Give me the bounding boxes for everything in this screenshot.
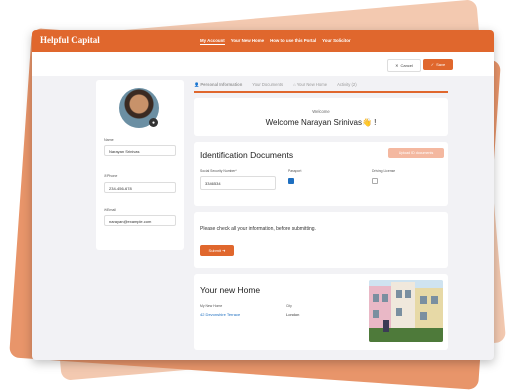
camera-icon[interactable]: ● [149,118,158,127]
welcome-card: Welcome Welcome Narayan Srinivas👋 ! [194,98,448,136]
submit-button[interactable]: Submit ➜ [200,245,234,256]
phone-label: ✆Phone [104,174,117,178]
cancel-label: Cancel [400,63,413,68]
ssn-label: Social Security Number* [200,169,237,173]
submit-card: Please check all your information, befor… [194,212,448,268]
app-window: Helpful Capital My Account Your New Home… [32,30,494,360]
profile-card: ● Name Narayan Srinivas ✆Phone 234-456-6… [96,80,184,250]
save-button[interactable]: ✓ Save [423,59,453,70]
arrow-icon: ➜ [222,248,226,253]
user-icon: 👤 [194,82,200,87]
identification-card: Identification Documents Upload ID docum… [194,142,448,206]
check-message: Please check all your information, befor… [200,226,316,232]
identification-title: Identification Documents [200,150,294,160]
tab-activity[interactable]: Activity (2) [337,82,357,88]
name-label: Name [104,138,114,142]
tab-personal-information-label: Personal Information [200,82,243,87]
phone-label-text: Phone [107,174,118,178]
new-home-title: Your new Home [200,285,261,295]
welcome-caption: Welcome [312,109,330,114]
submit-label: Submit [208,248,221,253]
nav-your-solicitor[interactable]: Your Solicitor [322,38,350,45]
license-checkbox[interactable] [372,178,378,184]
passport-label: Passport [288,169,302,173]
city-label: City [286,304,292,308]
cancel-button[interactable]: ✕ Cancel [387,59,421,72]
ssn-input[interactable]: 3346534 [200,176,276,190]
house-photo-illustration [369,280,443,342]
phone-field[interactable]: 234-456-678 [104,182,176,193]
nav-how-to-use[interactable]: How to use this Portal [270,38,316,45]
passport-checkbox[interactable] [288,178,294,184]
check-icon: ✓ [430,62,435,67]
tab-personal-information[interactable]: 👤 Personal Information [194,82,242,88]
save-label: Save [436,62,446,67]
tab-your-documents[interactable]: Your Documents [252,82,283,88]
email-label-text: Email [107,208,117,212]
address-label: My New Home [200,304,223,308]
close-icon: ✕ [395,63,399,68]
top-navbar: Helpful Capital My Account Your New Home… [32,30,494,52]
new-home-card: Your new Home My New Home 42 Devonshire … [194,274,448,350]
name-field[interactable]: Narayan Srinivas [104,145,176,156]
brand-logo[interactable]: Helpful Capital [40,35,100,45]
nav-my-account[interactable]: My Account [200,38,225,45]
nav-your-new-home[interactable]: Your New Home [231,38,264,45]
upload-id-button[interactable]: Upload ID documents [388,148,444,158]
main-nav: My Account Your New Home How to use this… [200,38,351,45]
home-icon: ⌂ [293,82,296,87]
tab-bar: 👤 Personal Information Your Documents ⌂ … [194,82,357,88]
tab-your-new-home-label: Your New Home [296,82,328,87]
welcome-heading: Welcome Narayan Srinivas👋 ! [265,118,377,127]
house-photo [369,280,443,342]
address-link[interactable]: 42 Devonshire Terrace [200,312,240,317]
city-value: London [286,312,300,317]
email-label: ✉Email [104,208,116,212]
stage: Helpful Capital My Account Your New Home… [0,0,526,390]
action-bar: ✕ Cancel ✓ Save [32,52,494,76]
tab-active-underline [194,91,448,93]
email-field[interactable]: narayan@example.com [104,215,176,226]
license-label: Driving License [372,169,396,173]
tab-your-new-home[interactable]: ⌂ Your New Home [293,82,327,88]
